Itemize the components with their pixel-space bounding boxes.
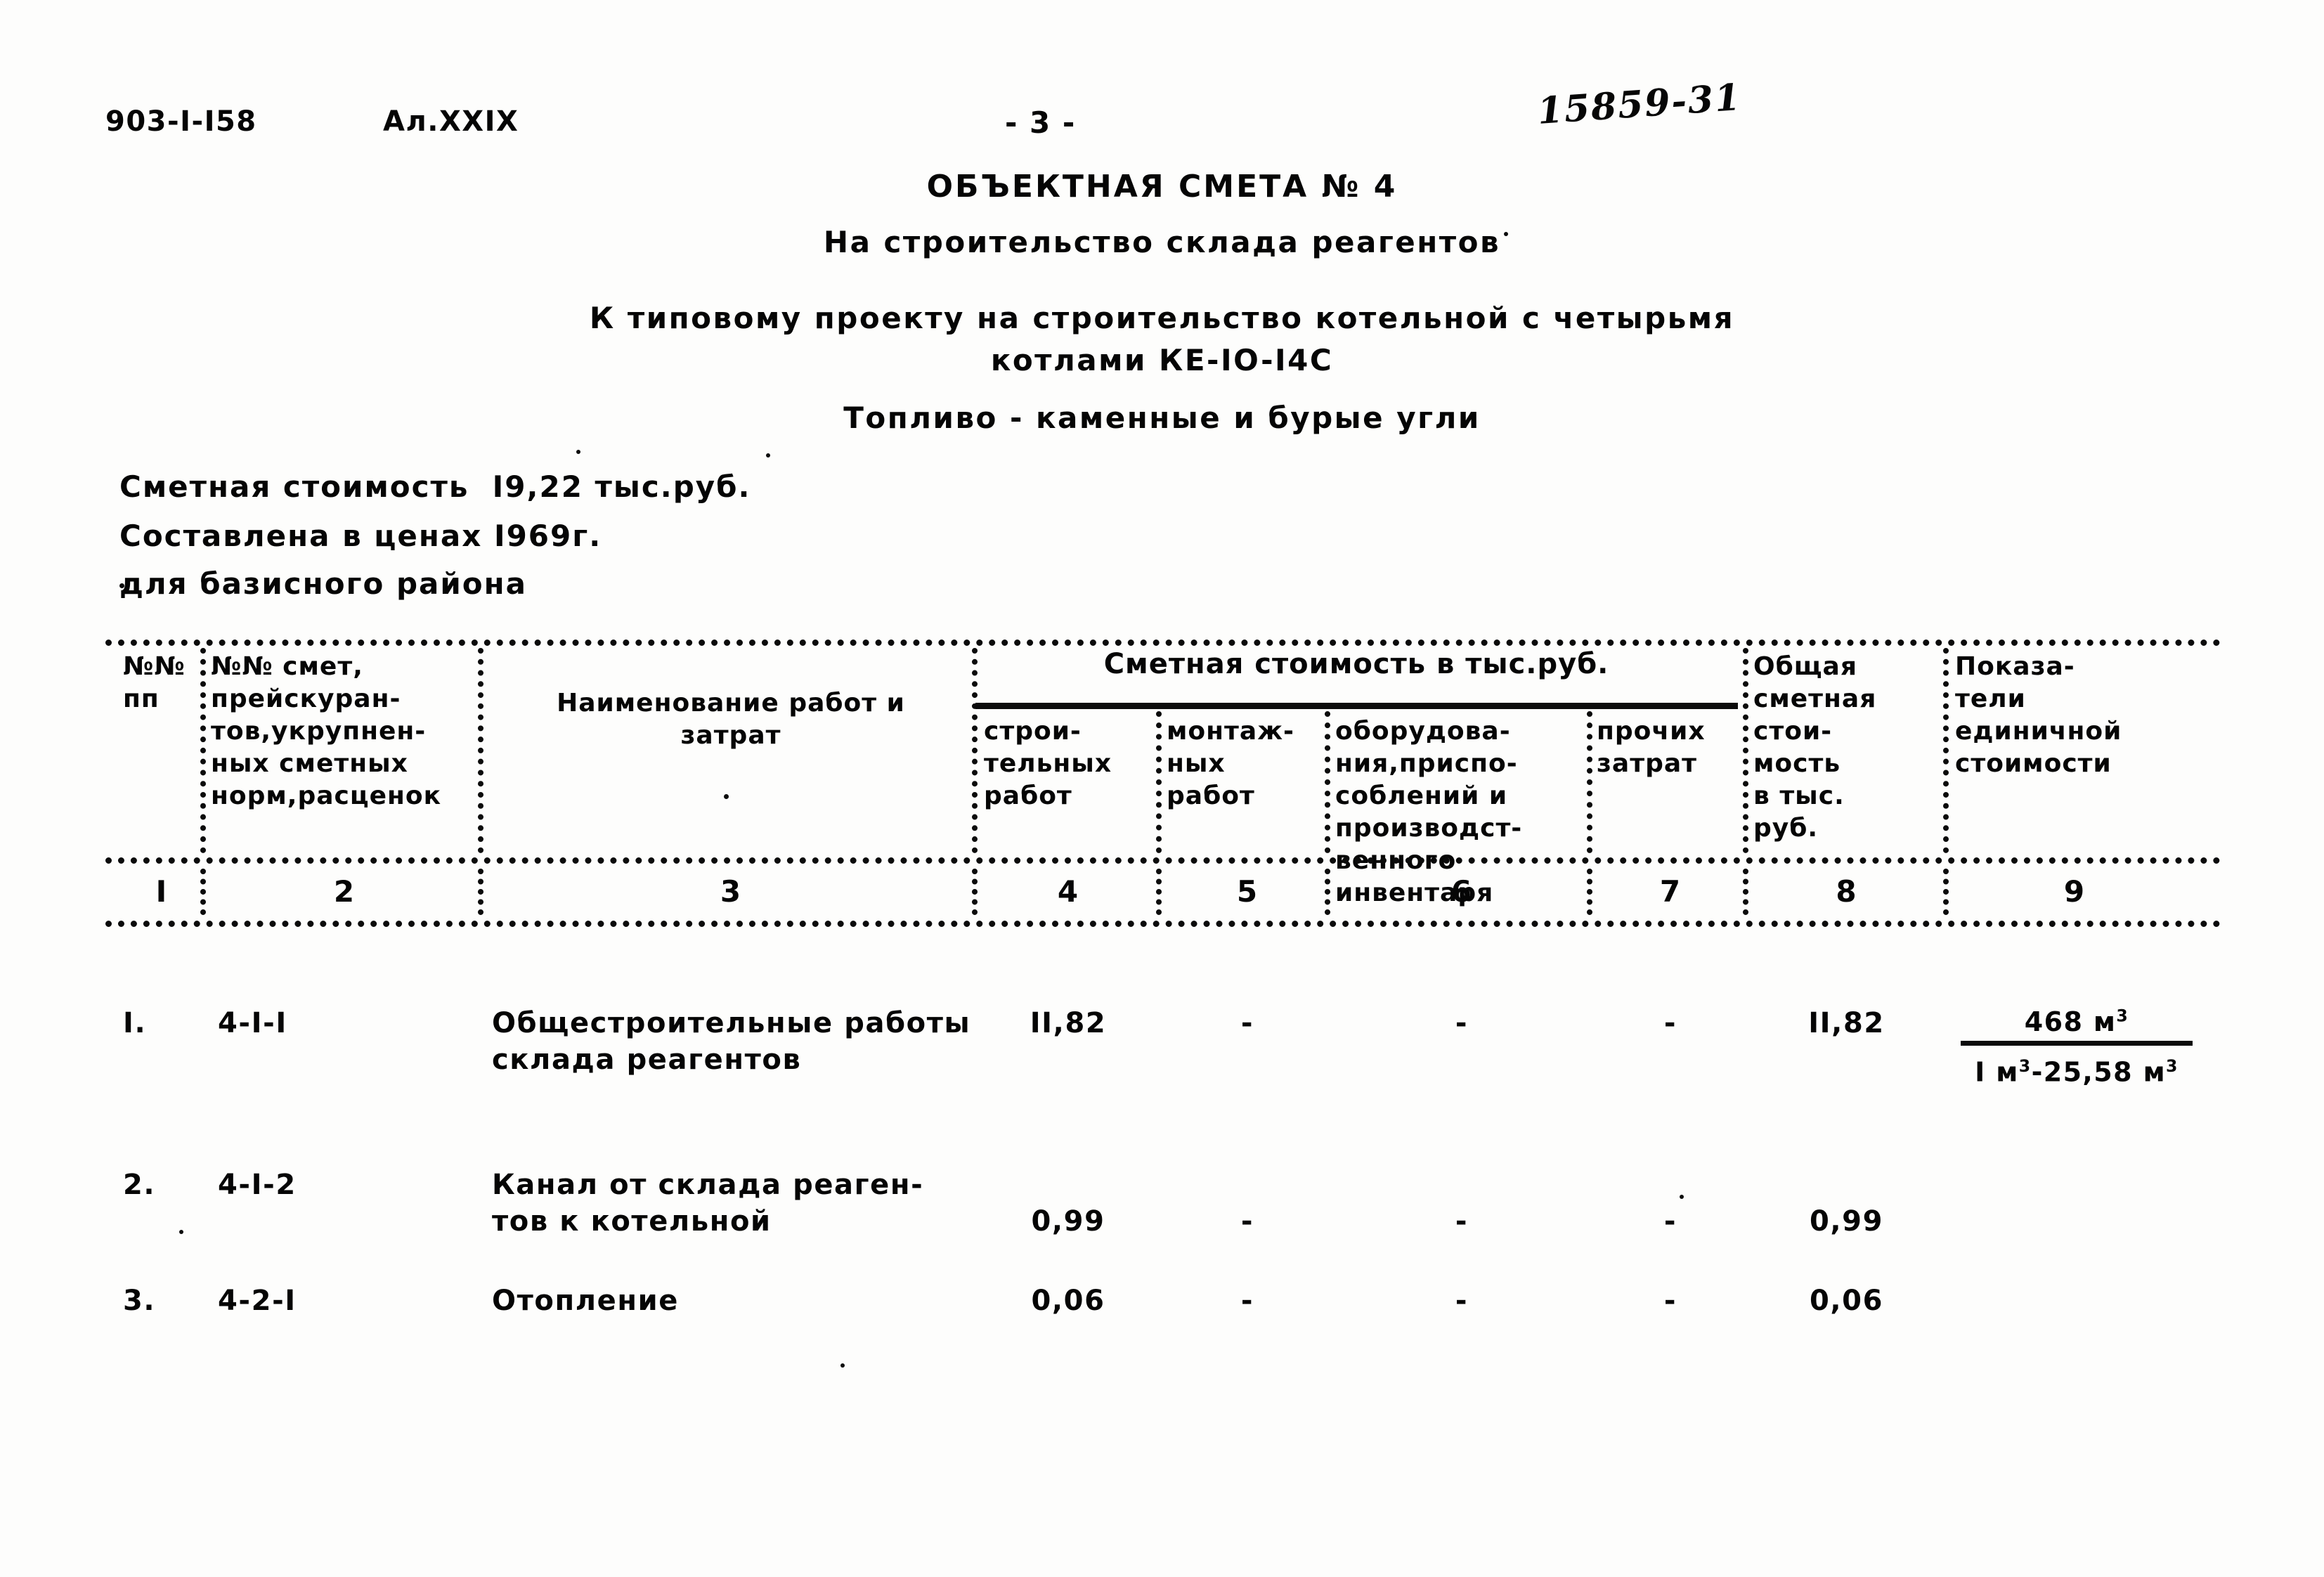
row-total: II,82 xyxy=(1808,1007,1885,1039)
col-number-9: 9 xyxy=(2063,874,2086,909)
col-sep-4 xyxy=(1156,711,1162,853)
row-total: 0,06 xyxy=(1809,1285,1884,1317)
handwritten-note: 15859-31 xyxy=(1536,75,1744,133)
row-code: 4-I-I xyxy=(218,1007,287,1039)
page-number: - 3 - xyxy=(1005,105,1076,140)
scan-speck xyxy=(840,1363,845,1368)
row-equipment: - xyxy=(1455,1007,1469,1039)
col-header-2: №№ смет, прейскуран- тов,укрупнен- ных с… xyxy=(211,652,442,810)
row-code: 4-2-I xyxy=(218,1285,297,1317)
scan-speck xyxy=(1504,232,1508,236)
table-top-rule xyxy=(105,640,2221,646)
num-sep-1 xyxy=(200,869,206,915)
col-header-8: Общая сметная стои- мость в тыс. руб. xyxy=(1753,652,1877,843)
num-sep-7 xyxy=(1743,869,1748,915)
table-row: 2. xyxy=(123,1169,156,1201)
number-row-bottom-rule xyxy=(105,921,2221,927)
col-number-5: 5 xyxy=(1236,874,1259,909)
row-construction: II,82 xyxy=(1030,1007,1107,1039)
subtitle-two: К типовому проекту на строительство коте… xyxy=(589,301,1735,335)
region-line: для базисного района xyxy=(119,566,528,601)
row-installation: - xyxy=(1240,1205,1254,1238)
scan-speck xyxy=(1680,1195,1684,1199)
col-number-1: I xyxy=(155,874,168,909)
subtitle-one: На строительство склада реагентов xyxy=(823,225,1501,259)
table-row: I. xyxy=(123,1007,147,1039)
estimate-cost-line: Сметная стоимость I9,22 тыс.руб. xyxy=(119,469,751,504)
group-header-underline xyxy=(975,703,1738,709)
row-construction: 0,06 xyxy=(1031,1285,1105,1317)
col-header-3: Наименование работ и затрат xyxy=(557,689,905,750)
row-code: 4-I-2 xyxy=(218,1169,297,1201)
num-sep-6 xyxy=(1587,869,1592,915)
num-sep-3 xyxy=(972,869,978,915)
num-sep-5 xyxy=(1325,869,1330,915)
group-header-smetnaya-stoimost: Сметная стоимость в тыс.руб. xyxy=(1103,648,1609,680)
col-number-7: 7 xyxy=(1659,874,1682,909)
fuel-line: Топливо - каменные и бурые угли xyxy=(843,401,1481,435)
row-other: - xyxy=(1663,1007,1677,1039)
document-page: 903-I-I58 Ал.XXIX - 3 - 15859-31 ОБЪЕКТН… xyxy=(0,0,2324,1577)
col-sep-3 xyxy=(972,648,978,853)
scan-speck xyxy=(766,453,770,457)
col-header-7: прочих затрат xyxy=(1597,717,1706,778)
col-sep-8 xyxy=(1943,648,1949,853)
col-header-5: монтаж- ных работ xyxy=(1167,717,1294,810)
row-construction: 0,99 xyxy=(1031,1205,1105,1238)
row-installation: - xyxy=(1240,1007,1254,1039)
col-header-9: Показа- тели единичной стоимости xyxy=(1955,652,2122,778)
unit-denominator: I м3-25,58 м3 xyxy=(1975,1056,2179,1088)
scanned-estimate-sheet: 903-I-I58 Ал.XXIX - 3 - 15859-31 ОБЪЕКТН… xyxy=(0,0,2324,1577)
col-number-4: 4 xyxy=(1057,874,1079,909)
header-bottom-rule xyxy=(105,857,2221,864)
col-number-8: 8 xyxy=(1836,874,1857,909)
project-code: 903-I-I58 xyxy=(105,105,257,138)
col-number-6: 6 xyxy=(1450,874,1473,909)
scan-speck xyxy=(119,583,124,588)
row-other: - xyxy=(1663,1205,1677,1238)
row-equipment: - xyxy=(1455,1285,1469,1317)
row-total: 0,99 xyxy=(1809,1205,1884,1238)
num-sep-2 xyxy=(478,869,483,915)
prices-year-line: Составлена в ценах I969г. xyxy=(119,519,602,553)
col-number-2: 2 xyxy=(333,874,356,909)
row-equipment: - xyxy=(1455,1205,1469,1238)
scan-speck xyxy=(724,794,729,799)
row-unit-indicator: 468 м3 I м3-25,58 м3 xyxy=(1961,998,2193,1089)
col-header-4: строи- тельных работ xyxy=(984,717,1112,810)
row-name: Отопление xyxy=(492,1285,679,1317)
col-header-1: №№ пп xyxy=(123,652,186,713)
scan-speck xyxy=(576,450,580,454)
col-sep-1 xyxy=(200,648,206,853)
col-number-3: 3 xyxy=(720,874,742,909)
unit-numerator: 468 м3 xyxy=(1961,998,2193,1046)
page-title: ОБЪЕКТНАЯ СМЕТА № 4 xyxy=(926,169,1398,205)
row-other: - xyxy=(1663,1285,1677,1317)
subtitle-three: котлами КЕ-IO-I4C xyxy=(990,343,1334,377)
num-sep-8 xyxy=(1943,869,1949,915)
table-row: 3. xyxy=(123,1285,156,1317)
num-sep-4 xyxy=(1156,869,1162,915)
album-number: Ал.XXIX xyxy=(383,105,519,138)
scan-speck xyxy=(179,1230,183,1234)
row-name: Канал от склада реаген- тов к котельной xyxy=(492,1169,924,1238)
row-name: Общестроительные работы склада реагентов xyxy=(492,1007,971,1076)
row-installation: - xyxy=(1240,1285,1254,1317)
